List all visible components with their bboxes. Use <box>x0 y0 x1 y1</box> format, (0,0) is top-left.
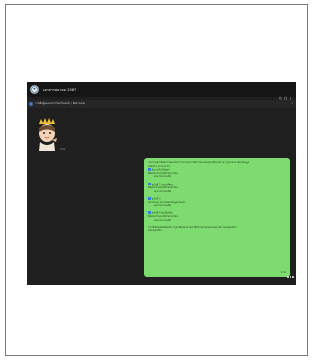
pinned-text: รายชื่อผู้ส่งเอกสารเรียบร้อยแล้ว ( ติดตา… <box>35 102 86 105</box>
message-timestamp: 9:42 <box>280 271 286 275</box>
bullet-icon <box>148 182 151 186</box>
header-actions <box>279 86 292 101</box>
close-icon[interactable]: × <box>291 102 294 105</box>
bullet-icon <box>148 211 151 214</box>
call-icon[interactable] <box>284 86 287 101</box>
search-icon[interactable] <box>279 86 282 100</box>
chat-header: เอกสารสมาคม 2567 <box>27 82 296 101</box>
pin-icon <box>29 102 33 106</box>
more-options-icon[interactable] <box>287 274 294 280</box>
sticker-timestamp: 9:41 <box>60 148 66 151</box>
menu-icon[interactable] <box>289 86 292 101</box>
bullet-icon <box>148 168 151 171</box>
bullet-icon <box>148 196 151 200</box>
chat-window: เอกสารสมาคม 2567 รายชื่อผู้ส่งเอกสารเรีย… <box>27 82 296 285</box>
sticker-image[interactable] <box>36 118 58 152</box>
message-bubble[interactable]: แจ้งรายละเอียดการส่งเอกสารประกอบการพิจาร… <box>144 158 290 277</box>
group-avatar-icon <box>31 86 38 93</box>
message-line: ขอบคุณครับ <box>148 229 162 233</box>
avatar[interactable] <box>30 85 39 94</box>
pinned-message-bar[interactable]: รายชื่อผู้ส่งเอกสารเรียบร้อยแล้ว ( ติดตา… <box>27 100 296 108</box>
chat-title: เอกสารสมาคม 2567 <box>43 87 77 92</box>
